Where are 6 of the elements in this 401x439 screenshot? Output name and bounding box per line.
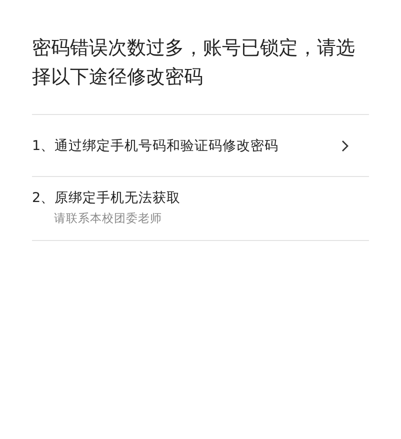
option-label: 2、原绑定手机无法获取 — [32, 189, 181, 207]
chevron-right-icon — [341, 140, 349, 152]
option-note: 请联系本校团委老师 — [53, 211, 163, 226]
option-row[interactable]: 1、通过绑定手机号码和验证码修改密码 — [32, 114, 369, 176]
page-title: 密码错误次数过多，账号已锁定，请选择以下途径修改密码 — [32, 36, 356, 90]
option-label: 1、通过绑定手机号码和验证码修改密码 — [32, 137, 279, 155]
